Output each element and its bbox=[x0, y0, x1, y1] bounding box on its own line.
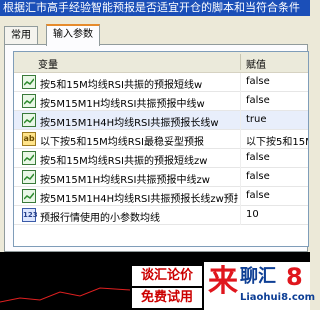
param-value[interactable]: false bbox=[246, 76, 308, 87]
table-row[interactable]: 按5M15M1H均线RSI共振预报中线zw false bbox=[14, 168, 308, 187]
tab-common[interactable]: 常用 bbox=[4, 26, 38, 44]
param-name: 按5和15M均线RSI共振的预报短线w bbox=[40, 80, 203, 91]
table-row[interactable]: 按5和15M均线RSI共振的预报短线w false bbox=[14, 73, 308, 92]
column-divider bbox=[240, 168, 241, 187]
ad-logo-char: 来 bbox=[208, 264, 238, 299]
table-header: 变量 赋值 bbox=[14, 52, 308, 73]
param-value[interactable]: false bbox=[246, 95, 308, 106]
ad-text-line2[interactable]: 免费试用 bbox=[132, 288, 202, 308]
table-row[interactable]: 按5M15M1H4H均线RSI共振预报长线zw预报 false bbox=[14, 187, 308, 206]
line-chart-icon bbox=[22, 189, 36, 203]
line-chart-icon bbox=[22, 94, 36, 108]
param-name: 按5M15M1H均线RSI共振预报中线w bbox=[40, 99, 205, 110]
param-value[interactable]: false bbox=[246, 171, 308, 182]
number-123-icon: 123 bbox=[22, 208, 38, 222]
param-value[interactable]: false bbox=[246, 152, 308, 163]
line-chart-icon bbox=[22, 151, 36, 165]
table-row[interactable]: 123 预报行情使用的小参数均线 10 bbox=[14, 206, 308, 225]
param-value[interactable]: false bbox=[246, 190, 308, 201]
table-row[interactable]: ab 以下按5和15M均线RSI最稳妥型预报 以下按5和15M bbox=[14, 130, 308, 149]
line-chart-icon bbox=[22, 113, 36, 127]
tab-input-params[interactable]: 输入参数 bbox=[46, 24, 100, 46]
table-row[interactable]: 按5和15M均线RSI共振的预报短线zw false bbox=[14, 149, 308, 168]
tab-bar: 常用 输入参数 bbox=[0, 24, 310, 46]
ab-text-icon: ab bbox=[22, 132, 36, 146]
param-name: 按5和15M均线RSI共振的预报短线zw bbox=[40, 156, 208, 167]
param-name: 按5M15M1H4H均线RSI共振预报长线zw预报 bbox=[40, 194, 238, 205]
column-divider bbox=[240, 73, 241, 92]
ad-logo[interactable]: 来 聊汇 8 Liaohui8.com bbox=[204, 262, 315, 310]
ad-logo-url: Liaohui8.com bbox=[240, 292, 316, 303]
params-table: 变量 赋值 按5和15M均线RSI共振的预报短线w false 按5M15M1H… bbox=[13, 51, 309, 247]
table-row-selected[interactable]: 按5M15M1H4H均线RSI共振预报长线w true bbox=[14, 111, 308, 130]
param-value[interactable]: true bbox=[246, 114, 308, 125]
param-value[interactable]: 以下按5和15M bbox=[246, 133, 308, 148]
param-name: 按5M15M1H均线RSI共振预报中线zw bbox=[40, 175, 210, 186]
param-name: 以下按5和15M均线RSI最稳妥型预报 bbox=[40, 137, 204, 148]
column-divider bbox=[240, 206, 241, 225]
line-chart-icon bbox=[22, 75, 36, 89]
param-name: 按5M15M1H4H均线RSI共振预报长线w bbox=[40, 118, 219, 129]
line-chart-icon bbox=[22, 170, 36, 184]
ad-text-line1[interactable]: 谈汇论价 bbox=[132, 266, 202, 286]
price-line bbox=[0, 287, 130, 303]
column-divider bbox=[240, 130, 241, 149]
header-variable[interactable]: 变量 bbox=[38, 56, 58, 71]
column-divider bbox=[240, 92, 241, 111]
param-name: 预报行情使用的小参数均线 bbox=[40, 213, 160, 224]
column-divider bbox=[240, 187, 241, 206]
ad-logo-number: 8 bbox=[286, 263, 303, 291]
window-title: 根据汇市高手经验智能预报是否适宜开仓的脚本和当符合条件 bbox=[0, 0, 310, 16]
params-panel: 变量 赋值 按5和15M均线RSI共振的预报短线w false 按5M15M1H… bbox=[4, 44, 309, 252]
ad-logo-name: 聊汇 bbox=[240, 266, 276, 287]
column-divider bbox=[240, 149, 241, 168]
table-row[interactable]: 按5M15M1H均线RSI共振预报中线w false bbox=[14, 92, 308, 111]
header-divider[interactable] bbox=[240, 54, 241, 70]
column-divider bbox=[240, 111, 241, 130]
param-value[interactable]: 10 bbox=[246, 209, 308, 220]
header-value[interactable]: 赋值 bbox=[246, 56, 266, 71]
